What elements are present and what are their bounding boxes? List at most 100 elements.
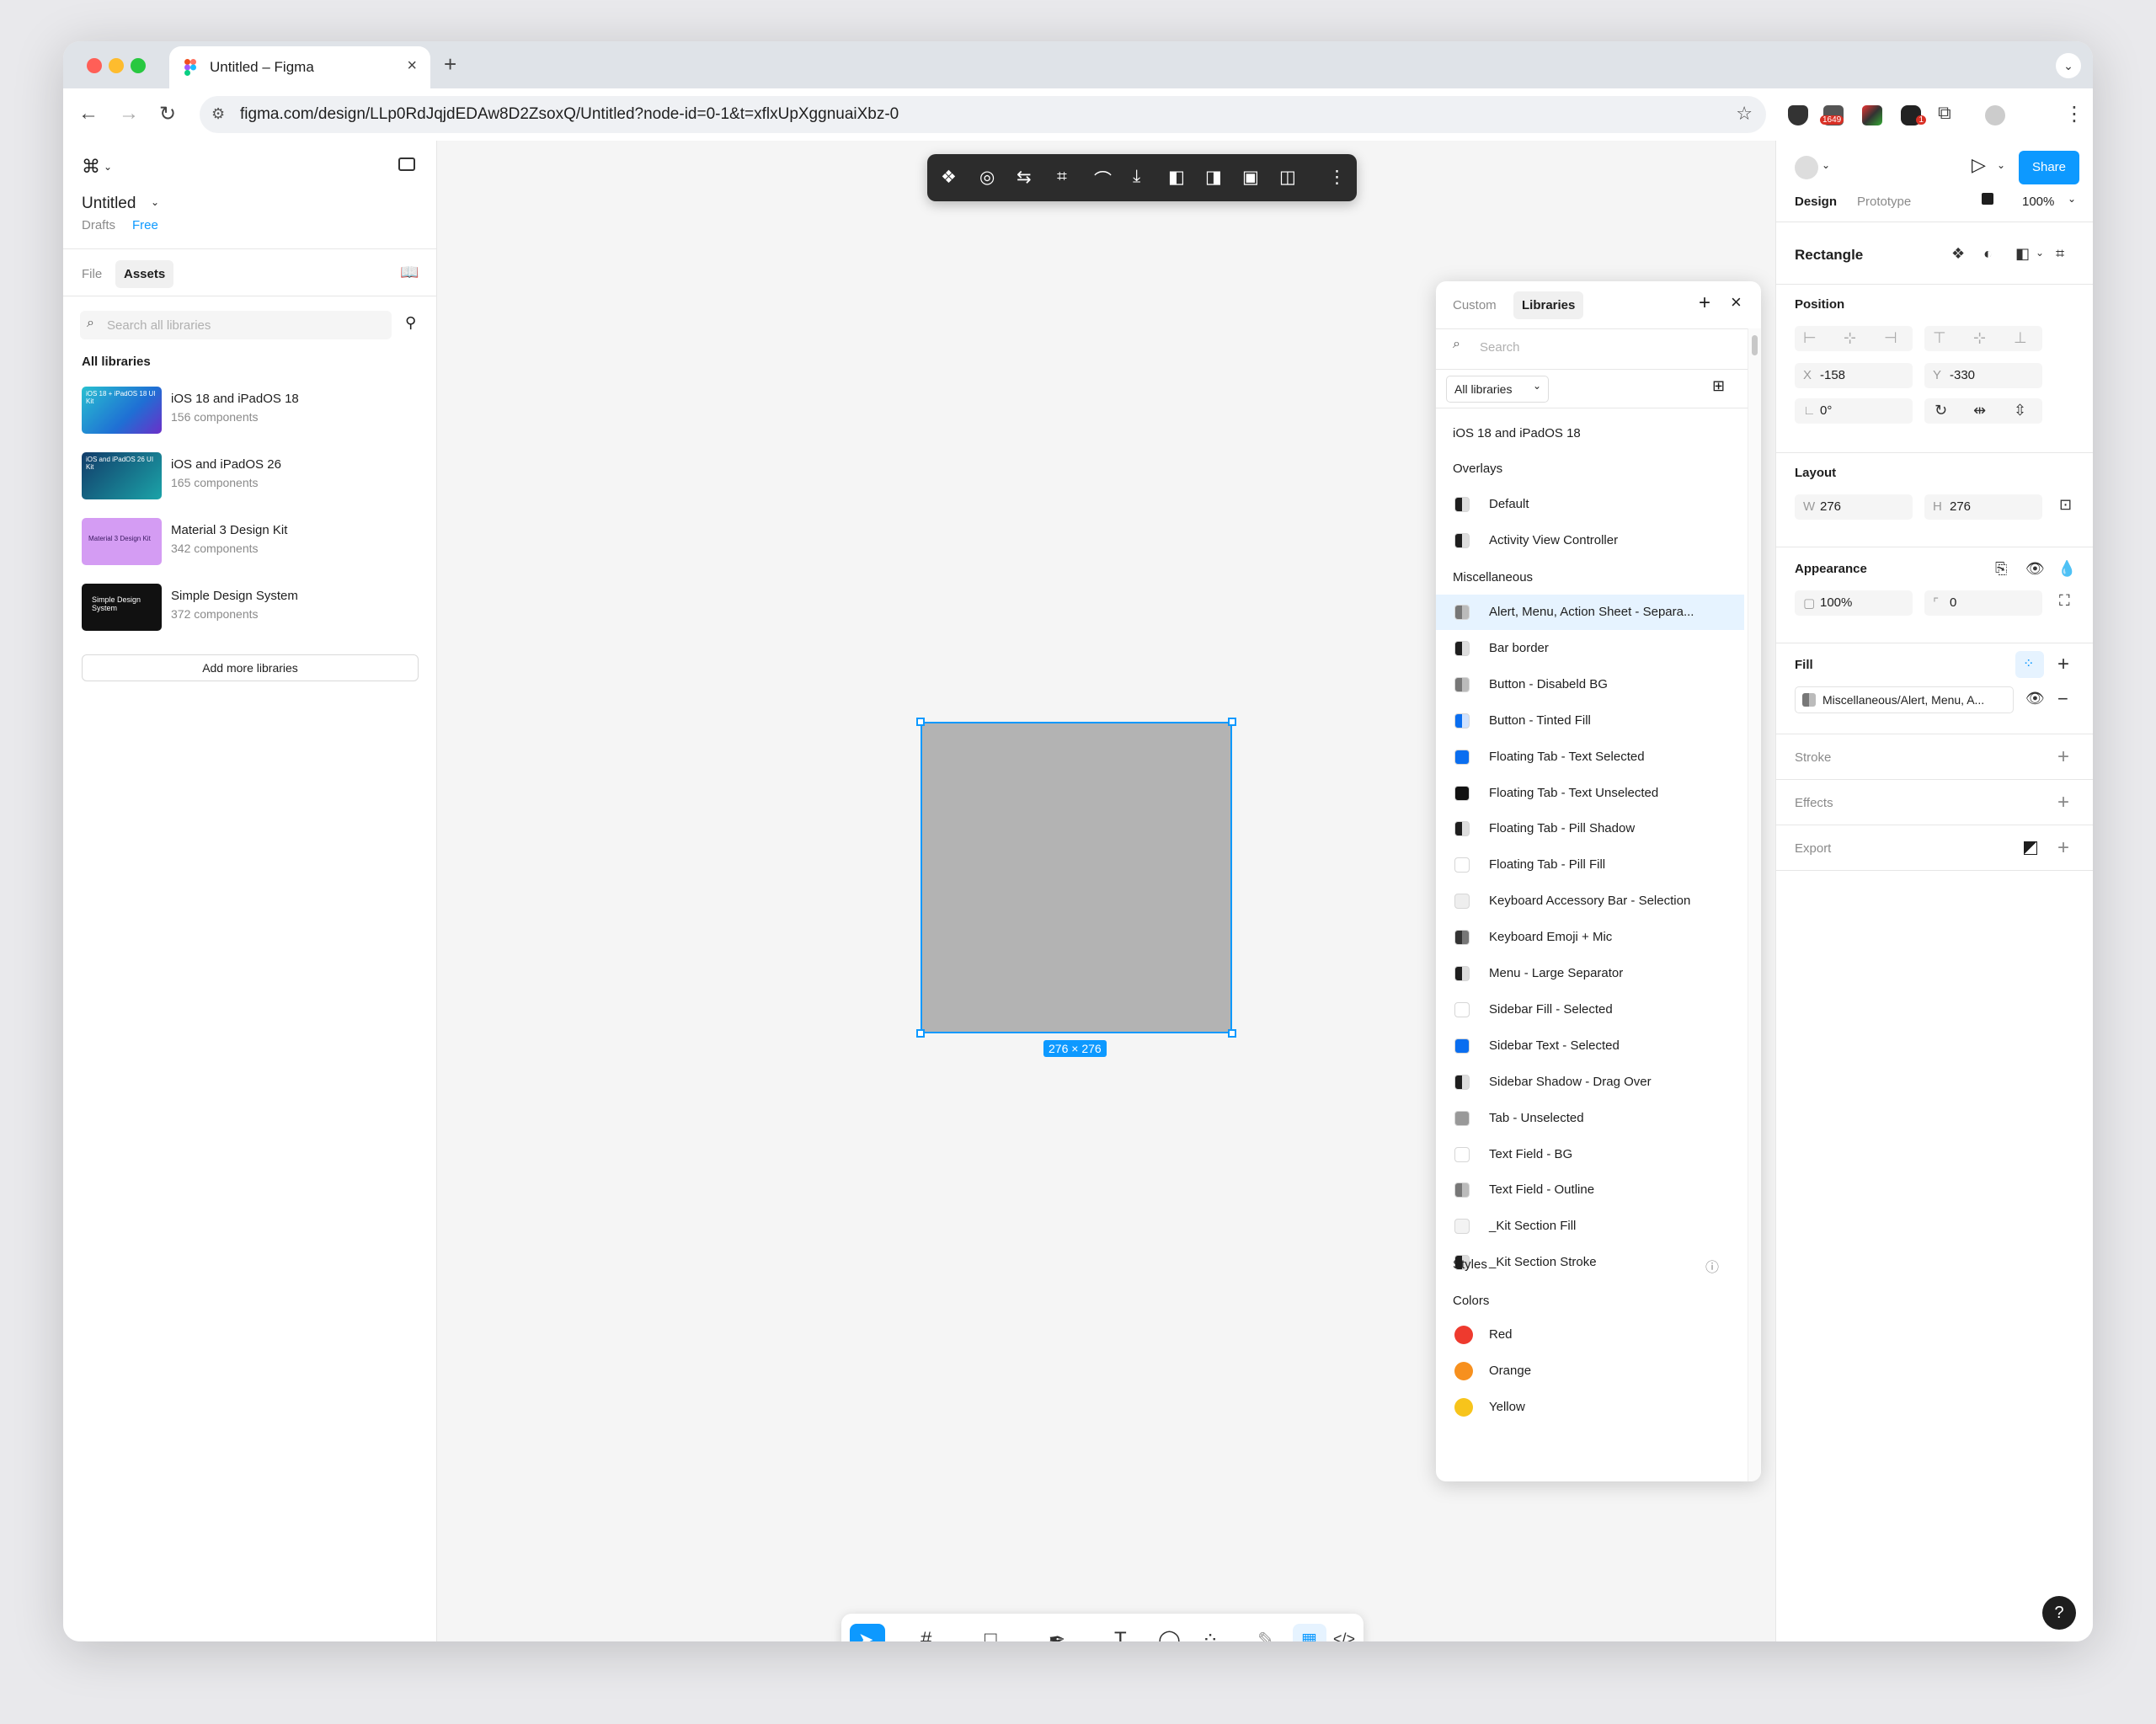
comment-tool-icon[interactable]: ◯ — [1158, 1628, 1181, 1641]
forward-icon[interactable]: → — [119, 102, 139, 125]
theme-icon[interactable] — [1982, 193, 1993, 205]
zoom-window-button[interactable] — [131, 58, 146, 73]
frame-tool-icon[interactable]: # — [921, 1628, 931, 1641]
resize-handle[interactable] — [916, 1029, 925, 1038]
avatar[interactable] — [1795, 156, 1818, 179]
mask-icon[interactable]: ◎ — [979, 167, 995, 188]
address-bar[interactable]: ⚙ figma.com/design/LLp0RdJqjdEDAw8D2Zsox… — [200, 96, 1766, 133]
library-style-row[interactable]: Sidebar Text - Selected — [1436, 1028, 1744, 1064]
flip-vertical-icon[interactable]: ⇳ — [2014, 402, 2026, 419]
library-style-row[interactable]: Alert, Menu, Action Sheet - Separa... — [1436, 595, 1744, 630]
add-stroke-icon[interactable]: + — [2057, 745, 2069, 769]
tab-assets[interactable]: Assets — [115, 260, 174, 288]
flip-horizontal-icon[interactable]: ⇹ — [1973, 402, 1986, 419]
toggle-sidebar-icon[interactable] — [398, 157, 415, 171]
library-style-row[interactable]: Floating Tab - Text Unselected — [1436, 776, 1744, 811]
add-more-libraries-button[interactable]: Add more libraries — [82, 654, 419, 681]
library-style-row[interactable]: Activity View Controller — [1436, 523, 1744, 558]
filter-sliders-icon[interactable]: ⚲ — [405, 314, 416, 332]
fill-visibility-eye-icon[interactable]: 👁 — [2025, 690, 2045, 707]
design-mode-button[interactable]: ▦ — [1293, 1624, 1326, 1641]
export-preview-icon[interactable] — [2024, 841, 2037, 855]
close-window-button[interactable] — [87, 58, 102, 73]
more-options-icon[interactable]: ⋮ — [1328, 167, 1346, 188]
pen-tool-icon[interactable]: ✒ — [1049, 1628, 1065, 1641]
info-icon[interactable]: ⓘ — [1705, 1256, 1719, 1276]
library-style-row[interactable]: Sidebar Shadow - Drag Over — [1436, 1065, 1744, 1100]
library-style-row[interactable]: Orange — [1436, 1353, 1744, 1389]
resize-handle[interactable] — [916, 718, 925, 726]
bookmark-star-icon[interactable]: ☆ — [1736, 103, 1753, 125]
frame-selection-icon[interactable]: ⌗ — [2056, 245, 2064, 263]
width-field[interactable]: W 276 — [1795, 494, 1913, 520]
draw-mode-icon[interactable]: ✎ — [1257, 1628, 1274, 1641]
text-tool-icon[interactable]: T — [1114, 1628, 1127, 1641]
variable-mode-icon[interactable]: ⎘ — [1995, 560, 2007, 578]
align-center-icon[interactable]: ⊹ — [1844, 329, 1856, 347]
new-tab-button[interactable]: + — [444, 51, 456, 77]
library-style-row[interactable]: Button - Tinted Fill — [1436, 703, 1744, 739]
main-menu-icon[interactable]: ⌘ — [82, 156, 100, 178]
close-icon[interactable]: × — [1731, 291, 1742, 313]
download-icon[interactable]: ⤓ — [1133, 167, 1140, 187]
tab-custom[interactable]: Custom — [1453, 298, 1497, 312]
align-right-icon[interactable]: ⊣ — [1884, 329, 1897, 347]
add-effect-icon[interactable]: + — [2057, 791, 2069, 814]
y-field[interactable]: Y -330 — [1924, 363, 2042, 388]
library-item[interactable]: iOS 18 + iPadOS 18 UI Kit iOS 18 and iPa… — [82, 387, 419, 437]
tab-prototype[interactable]: Prototype — [1857, 195, 1911, 209]
move-tool-button[interactable]: ➤ — [850, 1624, 885, 1641]
chevron-down-icon[interactable]: ⌄ — [2068, 193, 2076, 205]
library-style-row[interactable]: Default — [1436, 487, 1744, 522]
rotate-icon[interactable]: ↻ — [1935, 402, 1947, 419]
remove-fill-icon[interactable]: − — [2057, 688, 2068, 710]
back-icon[interactable]: ← — [78, 102, 99, 125]
library-style-row[interactable]: Tab - Unselected — [1436, 1101, 1744, 1136]
library-style-row[interactable]: Bar border — [1436, 631, 1744, 666]
browser-tab[interactable]: Untitled – Figma × — [169, 46, 430, 88]
selected-rectangle[interactable] — [921, 722, 1232, 1033]
component-icon[interactable]: ❖ — [1951, 245, 1965, 263]
add-export-icon[interactable]: + — [2057, 836, 2069, 860]
opacity-field[interactable]: ▢ 100% — [1795, 590, 1913, 616]
present-play-icon[interactable]: ▷ — [1972, 154, 1986, 176]
blend-mode-icon[interactable]: 💧 — [2057, 560, 2076, 578]
styles-grid-button[interactable]: ⁘ — [2015, 651, 2044, 678]
dev-mode-icon[interactable]: </> — [1333, 1631, 1355, 1641]
library-style-row[interactable]: Button - Disabeld BG — [1436, 667, 1744, 702]
zoom-level[interactable]: 100% — [2022, 195, 2054, 209]
independent-corners-icon[interactable]: ⛶ — [2059, 592, 2070, 610]
corner-radius-field[interactable]: ⌜ 0 — [1924, 590, 2042, 616]
library-style-row[interactable]: Text Field - Outline — [1436, 1172, 1744, 1208]
rectangle-tool-icon[interactable]: □ — [985, 1628, 997, 1641]
boolean-icon[interactable]: ◧ — [2015, 245, 2030, 263]
minimize-window-button[interactable] — [109, 58, 124, 73]
add-icon[interactable]: + — [1699, 291, 1710, 315]
library-style-row[interactable]: Floating Tab - Text Selected — [1436, 739, 1744, 775]
shield-extension-icon[interactable] — [1788, 105, 1808, 125]
library-item[interactable]: Material 3 Design Kit Material 3 Design … — [82, 518, 419, 568]
chevron-down-icon[interactable]: ⌄ — [1997, 159, 2005, 171]
chevron-down-icon[interactable]: ⌄ — [2036, 247, 2044, 259]
horizontal-align-group[interactable]: ⊢ ⊹ ⊣ — [1795, 326, 1913, 351]
library-style-row[interactable]: Floating Tab - Pill Fill — [1436, 847, 1744, 883]
mask-icon[interactable]: ◐ — [1983, 245, 1993, 263]
chevron-down-icon[interactable]: ⌄ — [104, 161, 112, 173]
library-style-row[interactable]: Keyboard Emoji + Mic — [1436, 920, 1744, 955]
plan-badge[interactable]: Free — [132, 218, 158, 232]
library-style-row[interactable]: Keyboard Accessory Bar - Selection — [1436, 883, 1744, 919]
align-bottom-icon[interactable]: ⊥ — [2014, 329, 2027, 347]
x-field[interactable]: X -158 — [1795, 363, 1913, 388]
library-filter-dropdown[interactable]: All libraries ⌄ — [1446, 376, 1549, 403]
library-item[interactable]: iOS and iPadOS 26 UI Kit iOS and iPadOS … — [82, 452, 419, 503]
transform-group[interactable]: ↻ ⇹ ⇳ — [1924, 398, 2042, 424]
library-style-row[interactable]: Red — [1436, 1317, 1744, 1353]
drafts-link[interactable]: Drafts — [82, 218, 115, 232]
resize-handle[interactable] — [1228, 1029, 1236, 1038]
tab-libraries[interactable]: Libraries — [1513, 291, 1584, 319]
swap-icon[interactable]: ⇆ — [1017, 167, 1032, 188]
resize-to-fit-icon[interactable]: ⊡ — [2059, 496, 2072, 514]
library-style-row[interactable]: Floating Tab - Pill Shadow — [1436, 811, 1744, 846]
help-button[interactable]: ? — [2042, 1596, 2076, 1630]
file-name-chevron-icon[interactable]: ⌄ — [151, 196, 159, 208]
